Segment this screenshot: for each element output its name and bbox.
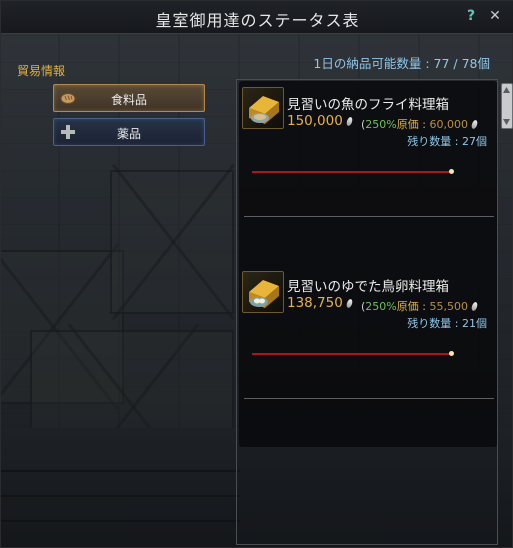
help-button[interactable]: ?: [463, 8, 479, 24]
original-price-value: 55,500: [429, 300, 468, 313]
ratio-percent: 250%: [365, 300, 397, 313]
silver-coin-icon: [345, 116, 354, 127]
list-item[interactable]: 見習いの魚のフライ料理箱 150,000 (250%原価 : 60,000 残り…: [239, 85, 497, 225]
scroll-down-arrow-icon[interactable]: [503, 119, 510, 125]
item-name: 見習いの魚のフライ料理箱: [287, 97, 449, 113]
silver-coin-icon: [470, 301, 479, 312]
original-price-value: 60,000: [429, 118, 468, 131]
category-medicine-label: 薬品: [116, 127, 141, 141]
close-button[interactable]: ✕: [487, 8, 503, 24]
silver-coin-icon: [470, 119, 479, 130]
item-price: 138,750: [287, 295, 354, 311]
remaining-quantity: 残り数量 : 27個: [407, 135, 487, 148]
price-ratio: (250%原価 : 55,500: [361, 298, 479, 314]
item-divider: [244, 398, 494, 399]
trade-info-label: 貿易情報: [17, 64, 66, 78]
boiled-egg-box-icon: [242, 271, 284, 313]
item-divider: [244, 216, 494, 217]
category-medicine-button[interactable]: 薬品: [53, 118, 205, 146]
list-item[interactable]: 見習いのゆでた鳥卵料理箱 138,750 (250%原価 : 55,500 残り…: [239, 269, 497, 409]
price-ratio: (250%原価 : 60,000: [361, 116, 479, 132]
quantity-slider-handle[interactable]: [449, 169, 454, 174]
quantity-slider-track[interactable]: [252, 353, 452, 355]
category-food-button[interactable]: 食料品: [53, 84, 205, 112]
original-price-label: 原価 :: [396, 300, 430, 313]
remaining-quantity: 残り数量 : 21個: [407, 317, 487, 330]
item-price: 150,000: [287, 113, 354, 129]
ratio-percent: 250%: [365, 118, 397, 131]
title-bar[interactable]: 皇室御用達のステータス表 ? ✕: [1, 1, 513, 34]
item-price-value: 150,000: [287, 113, 343, 129]
category-food-label: 食料品: [110, 93, 147, 107]
silver-coin-icon: [345, 298, 354, 309]
original-price-label: 原価 :: [396, 118, 430, 131]
quantity-slider-handle[interactable]: [449, 351, 454, 356]
fried-fish-box-icon: [242, 87, 284, 129]
item-price-value: 138,750: [287, 295, 343, 311]
scroll-up-arrow-icon[interactable]: [503, 87, 510, 93]
item-name: 見習いのゆでた鳥卵料理箱: [287, 279, 449, 295]
window-title: 皇室御用達のステータス表: [155, 11, 360, 30]
quantity-slider-track[interactable]: [252, 171, 452, 173]
royal-supply-status-window: 皇室御用達のステータス表 ? ✕ 貿易情報 食料品 薬品 1日の納品可能数量 :…: [0, 0, 513, 548]
daily-delivery-quota: 1日の納品可能数量 : 77 / 78個: [313, 56, 490, 71]
